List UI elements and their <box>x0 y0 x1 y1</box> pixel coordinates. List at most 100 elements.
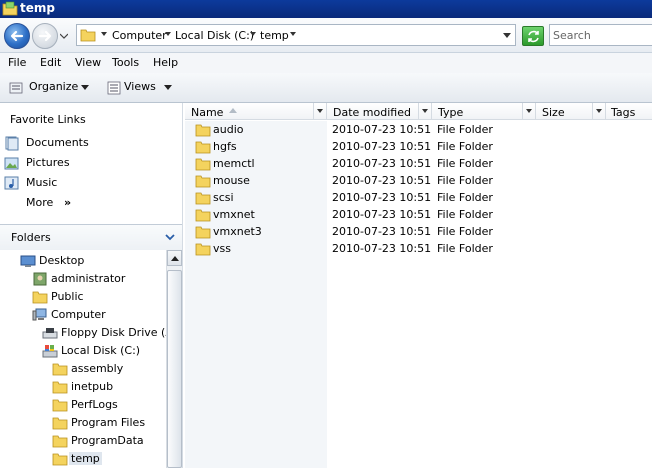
folder-icon <box>195 192 211 205</box>
favorite-links-header: Favorite Links <box>10 113 86 126</box>
tree-item-label: Desktop <box>39 254 85 267</box>
file-date: 2010-07-23 10:51 <box>332 123 432 136</box>
file-type: File Folder <box>437 208 493 221</box>
column-filter-dropdown[interactable] <box>522 103 535 119</box>
file-list: Name Date modified Type Size Tags audio … <box>185 103 652 468</box>
folder-icon <box>52 435 68 448</box>
favorite-more[interactable]: More » <box>4 194 179 212</box>
local-disk-icon <box>42 345 58 358</box>
views-button[interactable]: Views <box>100 73 180 103</box>
menu-bar: File Edit View Tools Help <box>0 53 652 73</box>
file-date: 2010-07-23 10:51 <box>332 225 432 238</box>
favorite-pictures[interactable]: Pictures <box>4 154 179 172</box>
back-button[interactable] <box>4 23 30 49</box>
breadcrumb-arrow-icon[interactable] <box>290 32 296 36</box>
column-tags[interactable]: Tags <box>606 103 652 120</box>
organize-icon <box>9 82 23 94</box>
breadcrumb-temp[interactable]: temp <box>260 29 289 42</box>
file-row[interactable]: vmxnet 2010-07-23 10:51 File Folder <box>185 206 652 223</box>
file-type: File Folder <box>437 140 493 153</box>
file-type: File Folder <box>437 225 493 238</box>
file-row[interactable]: hgfs 2010-07-23 10:51 File Folder <box>185 138 652 155</box>
breadcrumb-local-disk[interactable]: Local Disk (C:) <box>175 29 254 42</box>
favorite-music[interactable]: Music <box>4 174 179 192</box>
column-type[interactable]: Type <box>432 103 536 120</box>
file-row[interactable]: vmxnet3 2010-07-23 10:51 File Folder <box>185 223 652 240</box>
folder-icon <box>52 381 68 394</box>
column-label: Type <box>438 106 464 119</box>
file-type: File Folder <box>437 174 493 187</box>
menu-tools[interactable]: Tools <box>112 56 139 69</box>
folder-icon <box>80 29 96 42</box>
address-bar[interactable]: Computer Local Disk (C:) temp <box>76 24 516 46</box>
column-filter-dropdown[interactable] <box>313 103 326 119</box>
documents-icon <box>5 136 19 151</box>
column-date-modified[interactable]: Date modified <box>327 103 432 120</box>
column-label: Name <box>191 106 224 119</box>
file-type: File Folder <box>437 123 493 136</box>
file-name: scsi <box>213 191 234 204</box>
breadcrumb-arrow-icon[interactable] <box>250 32 256 36</box>
folder-icon <box>195 243 211 256</box>
desktop-icon <box>20 255 36 267</box>
breadcrumb-arrow-icon[interactable] <box>101 32 107 36</box>
file-type: File Folder <box>437 242 493 255</box>
tree-item-label: inetpub <box>71 380 114 393</box>
folder-icon <box>52 399 68 412</box>
column-filter-dropdown[interactable] <box>592 103 605 119</box>
breadcrumb-arrow-icon[interactable] <box>165 32 171 36</box>
file-row[interactable]: audio 2010-07-23 10:51 File Folder <box>185 121 652 138</box>
tree-item-label: Local Disk (C:) <box>61 344 141 357</box>
refresh-button[interactable] <box>522 26 544 46</box>
folder-icon <box>52 417 68 430</box>
column-name[interactable]: Name <box>185 103 327 120</box>
folders-header[interactable]: Folders <box>0 224 182 250</box>
address-history-dropdown-icon[interactable] <box>503 33 511 38</box>
tree-item-label: PerfLogs <box>71 398 118 411</box>
menu-help[interactable]: Help <box>153 56 178 69</box>
organize-button[interactable]: Organize <box>4 73 94 103</box>
tree-scrollbar[interactable] <box>166 250 182 468</box>
menu-view[interactable]: View <box>75 56 101 69</box>
menu-file[interactable]: File <box>8 56 26 69</box>
folder-icon <box>2 1 18 16</box>
chevron-double-right-icon: » <box>64 196 72 209</box>
column-size[interactable]: Size <box>536 103 606 120</box>
computer-icon <box>32 308 47 321</box>
chevron-down-icon <box>81 85 89 90</box>
file-name: vmxnet3 <box>213 225 262 238</box>
column-label: Date modified <box>333 106 411 119</box>
menu-edit[interactable]: Edit <box>40 56 61 69</box>
file-row[interactable]: vss 2010-07-23 10:51 File Folder <box>185 240 652 257</box>
favorite-documents[interactable]: Documents <box>4 134 179 152</box>
folder-icon <box>195 158 211 171</box>
title-bar: temp <box>0 0 652 18</box>
favorite-label: Documents <box>26 136 89 149</box>
file-row[interactable]: mouse 2010-07-23 10:51 File Folder <box>185 172 652 189</box>
floppy-drive-icon <box>42 328 58 339</box>
search-input[interactable]: Search <box>549 24 652 46</box>
views-label: Views <box>124 80 156 93</box>
tree-item-label: Public <box>51 290 84 303</box>
sort-ascending-icon <box>229 108 237 113</box>
folder-icon <box>195 124 211 137</box>
folder-icon <box>195 175 211 188</box>
chevron-down-icon <box>164 85 172 90</box>
file-date: 2010-07-23 10:51 <box>332 140 432 153</box>
file-type: File Folder <box>437 191 493 204</box>
favorite-label: Music <box>26 176 58 189</box>
forward-button[interactable] <box>32 23 58 49</box>
recent-pages-icon[interactable] <box>60 32 68 40</box>
file-row[interactable]: scsi 2010-07-23 10:51 File Folder <box>185 189 652 206</box>
breadcrumb-computer[interactable]: Computer <box>112 29 167 42</box>
scroll-thumb[interactable] <box>167 270 182 468</box>
column-filter-dropdown[interactable] <box>418 103 431 119</box>
tree-item-label: administrator <box>51 272 126 285</box>
favorite-label: More <box>26 196 54 209</box>
scroll-up-button[interactable] <box>167 250 182 266</box>
tree-item-label: assembly <box>71 362 124 375</box>
file-row[interactable]: memctl 2010-07-23 10:51 File Folder <box>185 155 652 172</box>
file-name: vmxnet <box>213 208 255 221</box>
file-name: hgfs <box>213 140 237 153</box>
folder-tree: Desktop administrator Public Computer Fl… <box>0 250 166 468</box>
